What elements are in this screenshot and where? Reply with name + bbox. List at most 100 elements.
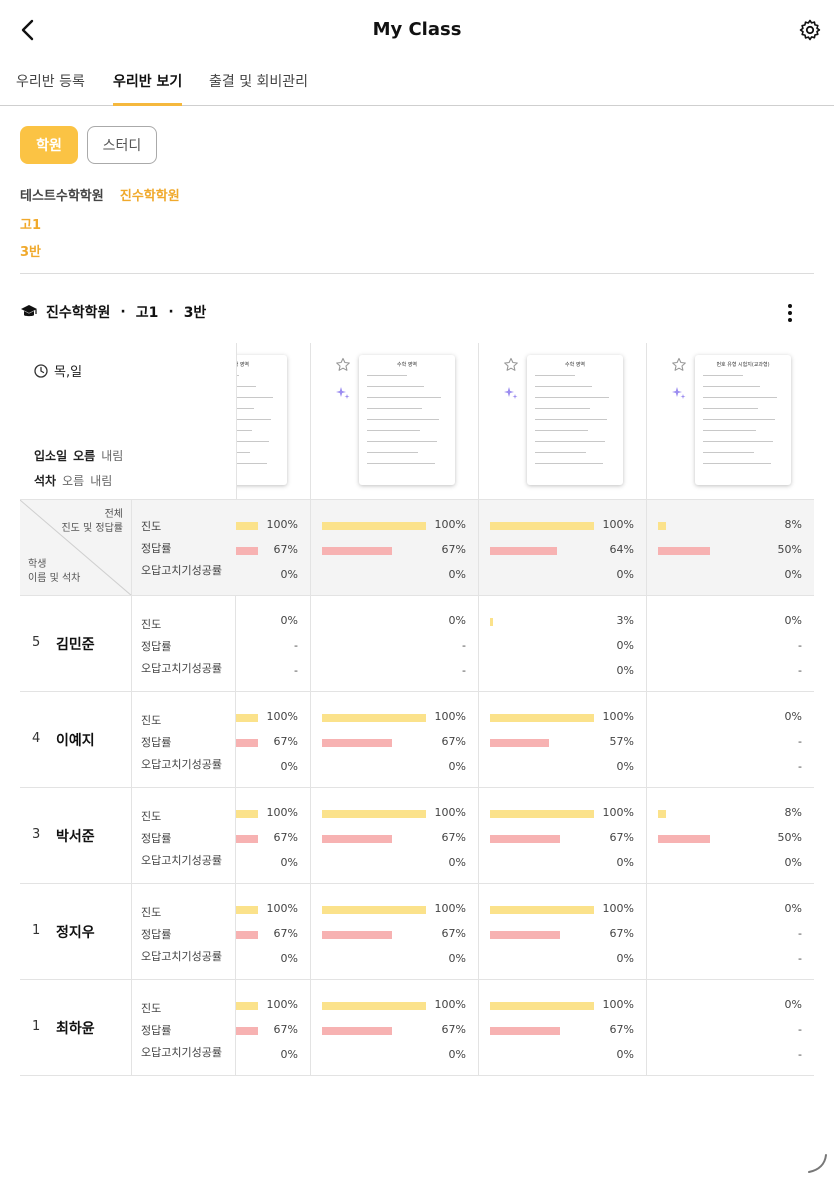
student-name-cell: 1 정지우 [20, 884, 132, 980]
graduation-cap-icon [21, 305, 37, 317]
worksheet-text-line [367, 441, 437, 442]
progress-bar [658, 522, 667, 530]
more-vertical-icon[interactable] [780, 302, 800, 324]
wrong-value: 0% [280, 760, 298, 773]
row-label: 정답률 [141, 736, 172, 749]
worksheet-text-line [237, 452, 250, 453]
row-label: 진도 [141, 714, 162, 727]
gear-icon[interactable] [798, 18, 822, 42]
progress-value: 100% [602, 806, 634, 819]
student-name-cell: 5 김민준 [20, 596, 132, 692]
class-grade: 고1 [135, 305, 159, 321]
corner-top-label: 전체 진도 및 정답률 [61, 509, 123, 534]
row-label: 정답률 [141, 832, 172, 845]
wrong-value: 0% [616, 760, 634, 773]
student-row[interactable]: 1 최하윤 진도 정답률 오답고치기성공률 100% 67% 0% 100% 67% 0% 100% 6… [20, 979, 814, 1076]
row-label: 오답고치기성공률 [141, 950, 222, 963]
corner-header: 전체 진도 및 정답률 학생 이름 및 석차 [20, 500, 132, 596]
student-row[interactable]: 1 정지우 진도 정답률 오답고치기성공률 100% 67% 0% 100% 67% 0% 100% 6… [20, 883, 814, 980]
class-academy: 진수학학원 [46, 305, 111, 321]
progress-value: 100% [266, 710, 298, 723]
sort-asc-button[interactable]: 오름 [62, 474, 84, 488]
wrong-value: 0% [616, 1048, 634, 1061]
segment-academy-button[interactable]: 학원 [20, 126, 78, 164]
accuracy-bar [322, 931, 392, 939]
worksheet-text-line [237, 419, 271, 420]
sort-rank: 석차 오름 내림 [34, 472, 118, 489]
row-label: 오답고치기성공률 [141, 854, 222, 867]
star-icon[interactable] [671, 357, 687, 373]
worksheet-thumbnail[interactable]: 번호 유형 시험지(교과형) [695, 355, 791, 485]
star-icon[interactable] [503, 357, 519, 373]
worksheet-text-line [703, 386, 760, 387]
class-option-selected[interactable]: 3반 [20, 245, 41, 260]
academy-option-selected[interactable]: 진수학학원 [120, 189, 180, 204]
worksheet-text-line [703, 375, 743, 376]
sparkle-icon[interactable] [671, 385, 687, 401]
student-rank: 5 [32, 635, 41, 650]
row-label: 정답률 [141, 1024, 172, 1037]
grade-option-selected[interactable]: 고1 [20, 218, 41, 233]
sort-desc-button[interactable]: 내림 [90, 474, 112, 488]
worksheet-text-line [367, 452, 418, 453]
sparkle-icon[interactable] [503, 385, 519, 401]
progress-value: 8% [784, 806, 802, 819]
progress-value: 100% [266, 998, 298, 1011]
worksheet-title: 번호 유형 시험지(교과형) [716, 362, 770, 368]
star-icon[interactable] [335, 357, 351, 373]
table-bottom-border [20, 1075, 814, 1076]
worksheet-text-line [367, 419, 439, 420]
student-row-labels: 진도 정답률 오답고치기성공률 [132, 980, 236, 1076]
column-divider [646, 499, 647, 1075]
wrong-value: - [294, 664, 298, 677]
schedule-days: 목,일 [54, 365, 83, 380]
progress-value: 100% [602, 998, 634, 1011]
wrong-value: 0% [448, 568, 466, 581]
summary-row: 전체 진도 및 정답률 학생 이름 및 석차 진도 정답률 오답고치기성공률 1… [20, 499, 814, 596]
row-label: 정답률 [141, 640, 172, 653]
worksheet-title: 수학 영역 [565, 362, 585, 368]
worksheet-thumbnail[interactable]: 수학 영역 [527, 355, 623, 485]
accuracy-value: - [798, 639, 802, 652]
accuracy-value: 67% [273, 831, 298, 844]
app-header: My Class [0, 0, 834, 60]
segment-study-button[interactable]: 스터디 [87, 126, 157, 164]
tab-register-class[interactable]: 우리반 등록 [16, 71, 85, 105]
wrong-value: 0% [280, 1048, 298, 1061]
worksheet-text-line [237, 397, 273, 398]
accuracy-bar [658, 547, 710, 555]
sparkle-icon[interactable] [335, 385, 351, 401]
tab-attendance[interactable]: 출결 및 회비관리 [209, 71, 308, 105]
worksheet-text-line [703, 441, 773, 442]
student-name-cell: 1 최하윤 [20, 980, 132, 1076]
accuracy-value: 67% [273, 927, 298, 940]
worksheet-text-line [367, 463, 435, 464]
page-title: My Class [372, 19, 462, 40]
student-row[interactable]: 4 이예지 진도 정답률 오답고치기성공률 100% 67% 0% 100% 67% 0% 100% 5… [20, 691, 814, 788]
student-row[interactable]: 5 김민준 진도 정답률 오답고치기성공률 0% - - 0% - - 3% 0% 0% 0% - - [20, 595, 814, 692]
row-label: 진도 [141, 810, 162, 823]
progress-value: 0% [784, 998, 802, 1011]
worksheet-text-line [535, 441, 605, 442]
sort-label: 석차 [34, 474, 57, 488]
wrong-value: 0% [448, 856, 466, 869]
student-rank: 1 [32, 1019, 41, 1034]
wrong-value: - [798, 760, 802, 773]
student-row[interactable]: 3 박서준 진도 정답률 오답고치기성공률 100% 67% 0% 100% 67% 0% 100% 6… [20, 787, 814, 884]
row-label: 진도 [141, 1002, 162, 1015]
worksheet-thumbnail[interactable]: 수학 영역 [359, 355, 455, 485]
progress-value: 100% [266, 518, 298, 531]
class-filter: 3반 [20, 241, 41, 260]
academy-filter: 테스트수학학원 진수학학원 [20, 185, 180, 204]
sort-asc-button[interactable]: 오름 [73, 449, 95, 463]
student-row-labels: 진도 정답률 오답고치기성공률 [132, 596, 236, 692]
sort-desc-button[interactable]: 내림 [101, 449, 123, 463]
academy-option[interactable]: 테스트수학학원 [20, 189, 104, 204]
progress-value: 100% [602, 902, 634, 915]
accuracy-bar [490, 739, 550, 747]
worksheet-text-line [703, 463, 771, 464]
worksheet-thumbnail[interactable]: 수학 영역 [237, 355, 287, 485]
progress-value: 0% [784, 710, 802, 723]
student-rank: 3 [32, 827, 41, 842]
tab-view-class[interactable]: 우리반 보기 [113, 71, 183, 106]
